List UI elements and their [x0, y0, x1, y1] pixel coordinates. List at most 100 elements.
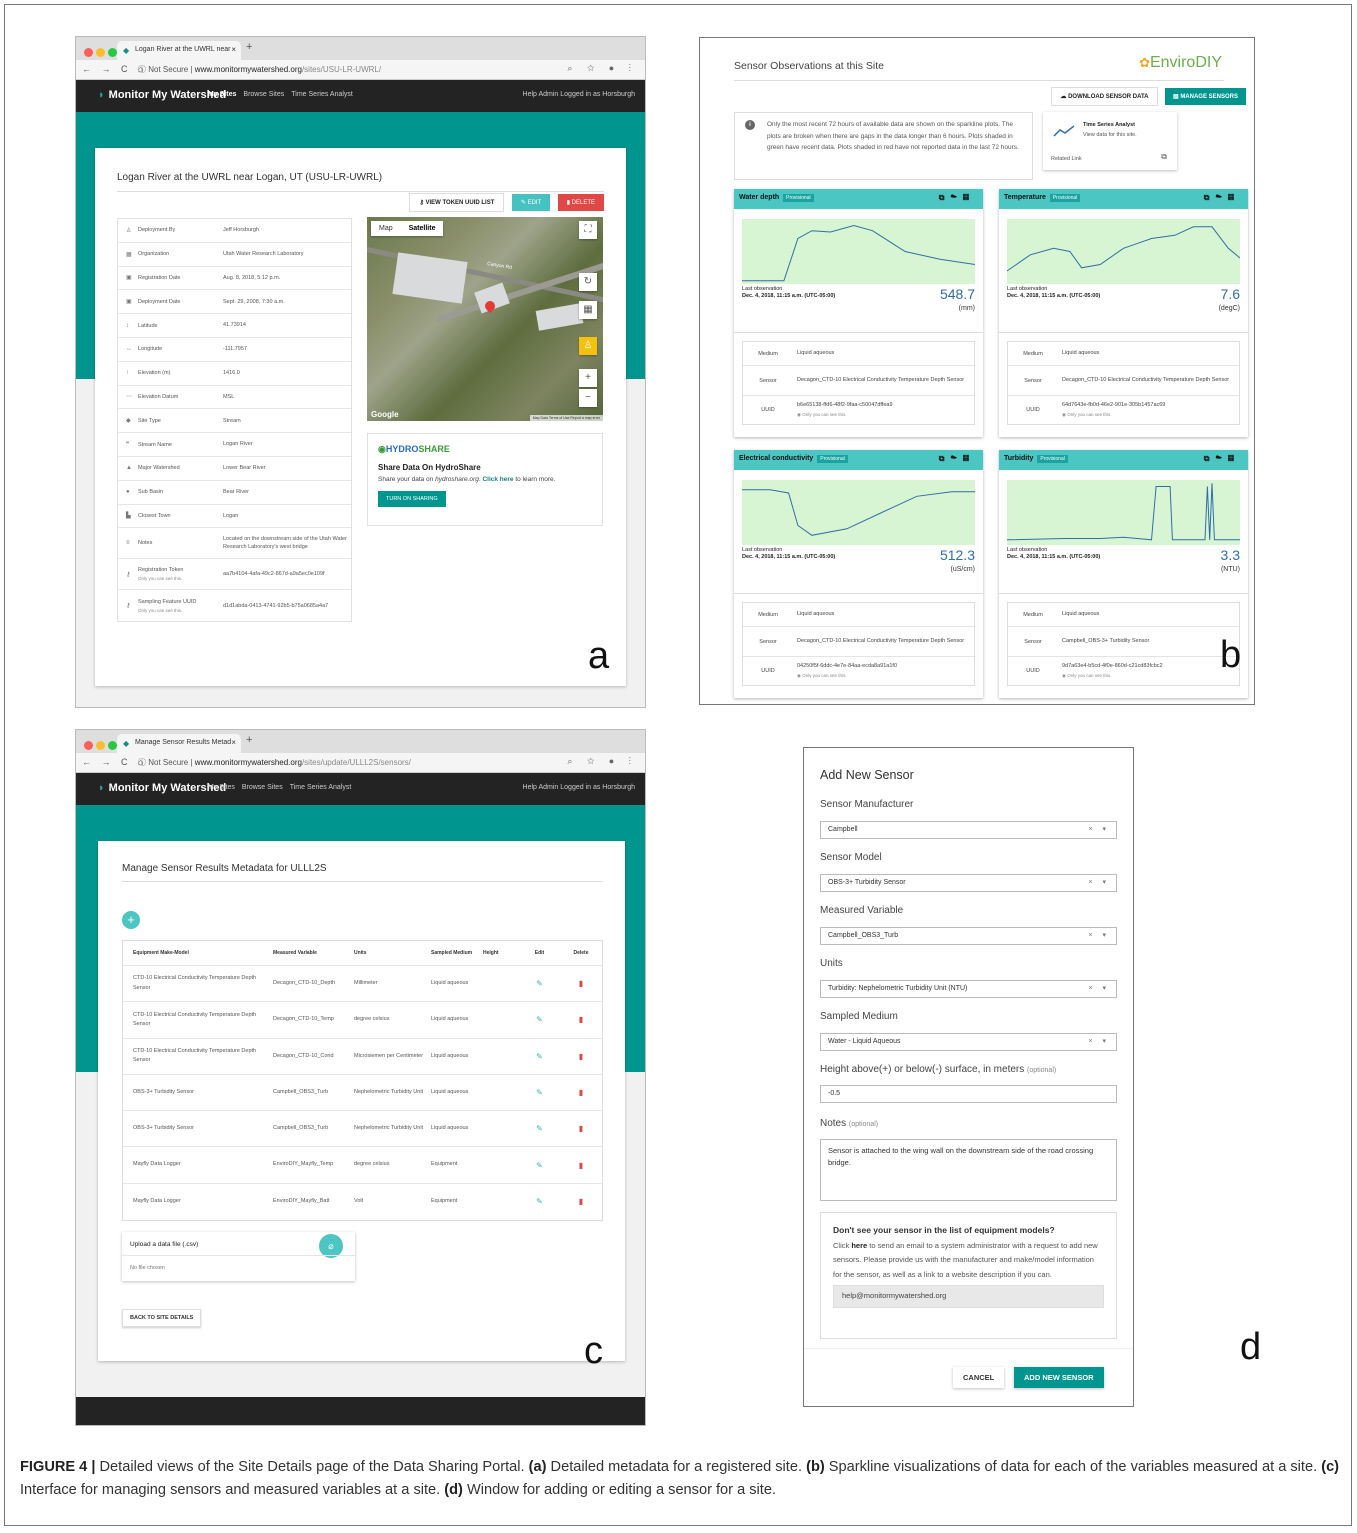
time-series-analyst-card[interactable]: Time Series Analyst View data for this s…	[1043, 112, 1177, 170]
upload-card[interactable]: Upload a data file (.csv) ⌀ No file chos…	[122, 1232, 355, 1281]
related-link[interactable]: Related Link	[1051, 156, 1082, 162]
cancel-button[interactable]: CANCEL	[953, 1367, 1005, 1388]
nav-time-series-analyst[interactable]: Time Series Analyst	[290, 784, 352, 791]
field-select[interactable]: Campbell_OBS3_Turb × ▾	[820, 927, 1117, 945]
turn-on-sharing-button[interactable]: TURN ON SHARING	[378, 491, 446, 507]
pencil-icon[interactable]: ✎	[536, 1088, 543, 1097]
notes-textarea[interactable]: Sensor is attached to the wing wall on t…	[820, 1139, 1117, 1201]
cloud-download-icon[interactable]: ☁	[1216, 454, 1228, 463]
brand-logo[interactable]: ◗ Monitor My Watershed	[98, 89, 226, 101]
browser-tab[interactable]: ◆ Manage Sensor Results Metad ×	[117, 734, 241, 753]
nav-time-series-analyst[interactable]: Time Series Analyst	[291, 91, 353, 98]
address-bar[interactable]: ← → C ⌂ ⓘ Not Secure | www.monitormywate…	[76, 60, 645, 80]
cloud-download-icon[interactable]: ☁	[1216, 193, 1228, 202]
table-icon[interactable]: ▦	[963, 454, 975, 463]
address-bar[interactable]: ← → C ⌂ ⓘ Not Secure | www.monitormywate…	[76, 753, 645, 773]
help-email[interactable]: help@monitormywatershed.org	[833, 1285, 1104, 1309]
clear-dropdown-icon[interactable]: × ▾	[1088, 1037, 1110, 1045]
zoom-in-icon[interactable]: +	[579, 369, 597, 387]
map-attribution[interactable]: Map Data Terms of Use Report a map error	[529, 415, 603, 421]
field-select[interactable]: Campbell × ▾	[820, 821, 1117, 839]
trash-icon[interactable]: ▮	[579, 1015, 583, 1024]
brand-logo[interactable]: ◗ Monitor My Watershed	[98, 782, 226, 794]
height-input[interactable]: -0.5	[820, 1085, 1117, 1103]
sparkline-plot[interactable]	[1006, 219, 1241, 284]
clear-dropdown-icon[interactable]: × ▾	[1088, 931, 1110, 939]
external-link-icon[interactable]: ⧉	[1204, 454, 1216, 463]
minimize-window-icon[interactable]	[96, 48, 105, 57]
pencil-icon[interactable]: ✎	[536, 1052, 543, 1061]
view-token-button[interactable]: ⚷ VIEW TOKEN UUID LIST	[409, 193, 505, 212]
pencil-icon[interactable]: ✎	[536, 1161, 543, 1170]
browser-actions-icon[interactable]: ⌕ ☆ ● ⋮	[567, 63, 637, 74]
new-tab-icon[interactable]: +	[246, 41, 252, 53]
map-type-toggle[interactable]: Map Satellite	[371, 221, 444, 236]
trash-icon[interactable]: ▮	[579, 1052, 583, 1061]
nav-my-sites[interactable]: My Sites	[208, 784, 235, 791]
table-icon[interactable]: ▦	[963, 193, 975, 202]
cloud-download-icon[interactable]: ☁	[951, 193, 963, 202]
close-tab-icon[interactable]: ×	[231, 45, 236, 54]
table-icon[interactable]: ▦	[1228, 454, 1240, 463]
satellite-tab[interactable]: Satellite	[401, 221, 444, 236]
user-nav[interactable]: Help Admin Logged in as Horsburgh	[523, 784, 635, 791]
delete-button[interactable]: ▮ DELETE	[557, 194, 604, 211]
map-tab[interactable]: Map	[371, 221, 401, 236]
nav-my-sites[interactable]: My Sites	[208, 91, 236, 98]
cloud-download-icon[interactable]: ☁	[951, 454, 963, 463]
clear-dropdown-icon[interactable]: × ▾	[1088, 878, 1110, 886]
edit-button[interactable]: ✎ EDIT	[511, 194, 551, 211]
site-map[interactable]: Map Satellite ⛶ ↻ ▦ ♙ + − Canyon Rd Googl…	[367, 217, 603, 421]
trash-icon[interactable]: ▮	[579, 1088, 583, 1097]
help-link[interactable]: here	[851, 1241, 867, 1250]
clear-dropdown-icon[interactable]: × ▾	[1088, 984, 1110, 992]
hs-link[interactable]: Click here	[482, 476, 513, 483]
external-link-icon[interactable]: ⧉	[939, 193, 951, 202]
fullscreen-icon[interactable]: ⛶	[579, 221, 597, 239]
clear-dropdown-icon[interactable]: × ▾	[1088, 825, 1110, 833]
manage-sensors-button[interactable]: ▤ MANAGE SENSORS	[1164, 88, 1246, 105]
add-sensor-button[interactable]: +	[122, 911, 140, 929]
close-tab-icon[interactable]: ×	[231, 738, 236, 747]
browser-tab[interactable]: ◆ Logan River at the UWRL near ×	[117, 41, 241, 60]
field-select[interactable]: Turbidity: Nephelometric Turbidity Unit …	[820, 980, 1117, 998]
close-window-icon[interactable]	[84, 741, 93, 750]
sparkline-plot[interactable]	[1006, 480, 1240, 545]
maximize-window-icon[interactable]	[108, 741, 117, 750]
pegman-icon[interactable]: ♙	[579, 337, 597, 355]
last-obs-time: Dec. 4, 2018, 11:15 a.m. (UTC-05:00)	[1007, 554, 1101, 561]
trash-icon[interactable]: ▮	[579, 1161, 583, 1170]
user-nav[interactable]: Help Admin Logged in as Horsburgh	[523, 91, 635, 98]
pencil-icon[interactable]: ✎	[536, 1015, 543, 1024]
rotate-icon[interactable]: ↻	[579, 273, 597, 291]
maximize-window-icon[interactable]	[108, 48, 117, 57]
sparkline-plot[interactable]	[742, 219, 976, 284]
zoom-out-icon[interactable]: −	[579, 389, 597, 407]
external-link-icon[interactable]: ⧉	[939, 454, 951, 463]
field-select[interactable]: Water - Liquid Aqueous × ▾	[820, 1033, 1117, 1051]
external-link-icon[interactable]: ⧉	[1161, 152, 1167, 162]
external-link-icon[interactable]: ⧉	[1204, 193, 1216, 202]
url-text[interactable]: ⓘ Not Secure | www.monitormywatershed.or…	[138, 757, 411, 768]
pencil-icon[interactable]: ✎	[536, 979, 543, 988]
nav-browse-sites[interactable]: Browse Sites	[242, 784, 283, 791]
close-window-icon[interactable]	[84, 48, 93, 57]
trash-icon[interactable]: ▮	[579, 979, 583, 988]
pencil-icon[interactable]: ✎	[536, 1197, 543, 1206]
trash-icon[interactable]: ▮	[579, 1197, 583, 1206]
back-to-site-details-button[interactable]: BACK TO SITE DETAILS	[122, 1309, 202, 1327]
url-text[interactable]: ⓘ Not Secure | www.monitormywatershed.or…	[138, 64, 381, 75]
add-new-sensor-button[interactable]: ADD NEW SENSOR	[1014, 1367, 1104, 1388]
tilt-icon[interactable]: ▦	[579, 301, 597, 319]
download-sensor-data-button[interactable]: ☁ DOWNLOAD SENSOR DATA	[1051, 87, 1158, 106]
minimize-window-icon[interactable]	[96, 741, 105, 750]
field-select[interactable]: OBS-3+ Turbidity Sensor × ▾	[820, 874, 1117, 892]
sparkline-plot[interactable]	[742, 480, 975, 545]
browser-actions-icon[interactable]: ⌕ ☆ ● ⋮	[567, 756, 637, 767]
new-tab-icon[interactable]: +	[246, 734, 252, 746]
panel-b-sensor-observations: Sensor Observations at this Site ✿Enviro…	[699, 37, 1255, 705]
pencil-icon[interactable]: ✎	[536, 1124, 543, 1133]
table-icon[interactable]: ▦	[1228, 193, 1240, 202]
nav-browse-sites[interactable]: Browse Sites	[243, 91, 284, 98]
trash-icon[interactable]: ▮	[579, 1124, 583, 1133]
